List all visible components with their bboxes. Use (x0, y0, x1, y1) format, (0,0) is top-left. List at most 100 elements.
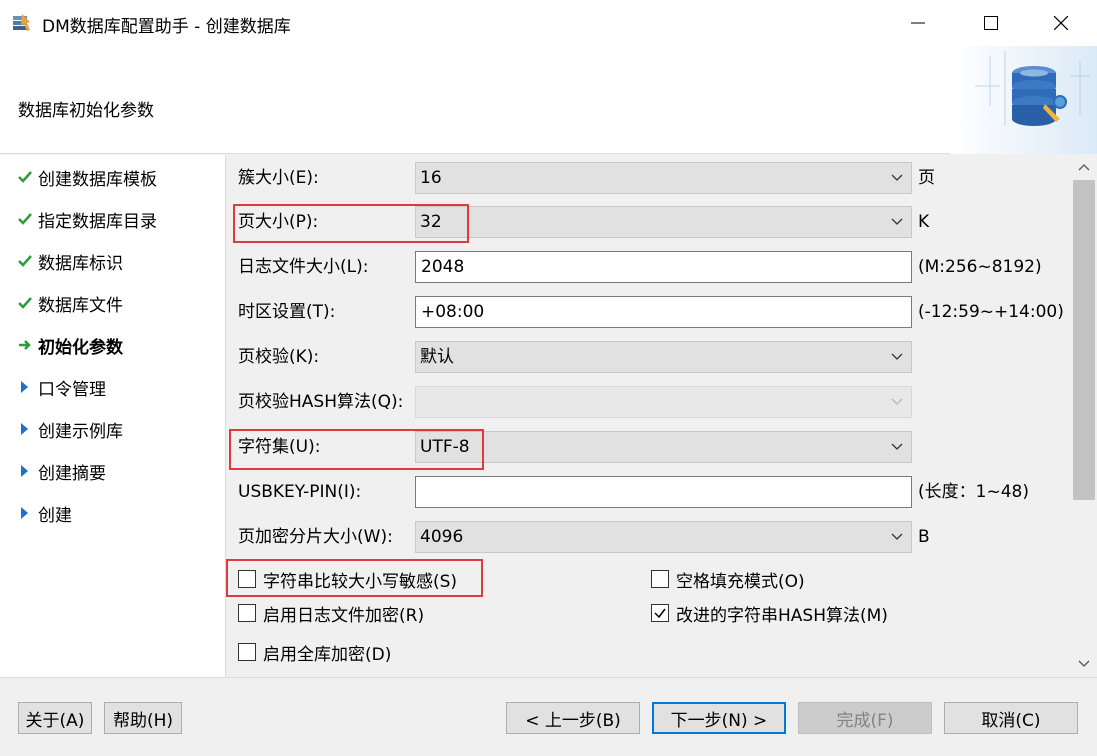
maximize-icon (984, 16, 998, 30)
step-label: 口令管理 (38, 379, 106, 400)
close-icon (1054, 16, 1068, 30)
page-size-unit: K (918, 212, 930, 232)
page-size-select[interactable]: 32 (415, 206, 912, 238)
step-db-files: 数据库文件 (18, 288, 123, 318)
page-check-hash-label: 页校验HASH算法(Q): (238, 392, 404, 412)
next-button[interactable]: 下一步(N) > (652, 702, 786, 734)
log-encrypt-label: 启用日志文件加密(R) (263, 605, 425, 626)
time-zone-range: (-12:59~+14:00) (918, 302, 1064, 322)
check-icon (18, 213, 32, 225)
log-encrypt-checkbox[interactable]: 启用日志文件加密(R) (238, 600, 424, 626)
check-icon (18, 297, 32, 309)
triangle-right-icon (21, 381, 28, 393)
help-button[interactable]: 帮助(H) (104, 702, 182, 734)
highlight-page-size (233, 204, 469, 243)
page-check-hash-select (415, 386, 912, 418)
extent-size-label: 簇大小(E): (238, 168, 319, 188)
step-init-params: 初始化参数 (18, 330, 123, 360)
chevron-up-icon (1078, 164, 1090, 171)
time-zone-label: 时区设置(T): (238, 302, 336, 322)
page-title: 数据库初始化参数 (18, 101, 154, 121)
scroll-up-button[interactable] (1071, 155, 1097, 179)
database-gear-icon (950, 46, 1097, 154)
step-create: 创建 (18, 498, 72, 528)
step-label: 数据库文件 (38, 295, 123, 316)
chevron-down-icon (891, 398, 903, 405)
page-enc-slice-value: 4096 (420, 527, 464, 547)
window-title: DM数据库配置助手 - 创建数据库 (42, 17, 291, 37)
usbkey-pin-label: USBKEY-PIN(I): (238, 482, 362, 502)
page-check-value: 默认 (420, 347, 454, 367)
charset-select[interactable]: UTF-8 (415, 431, 912, 463)
step-password-mgmt: 口令管理 (18, 372, 106, 402)
chevron-down-icon (1078, 660, 1090, 667)
checkmark-icon (654, 608, 666, 619)
step-db-identity: 数据库标识 (18, 246, 123, 276)
improved-hash-label: 改进的字符串HASH算法(M) (676, 605, 888, 626)
triangle-right-icon (21, 423, 28, 435)
usbkey-pin-input[interactable] (415, 476, 912, 508)
full-encrypt-label: 启用全库加密(D) (263, 644, 392, 665)
improved-hash-checkbox[interactable]: 改进的字符串HASH算法(M) (651, 600, 888, 626)
cancel-button[interactable]: 取消(C) (944, 702, 1078, 734)
step-summary: 创建摘要 (18, 456, 106, 486)
close-button[interactable] (1028, 0, 1094, 46)
log-size-label: 日志文件大小(L): (238, 257, 369, 277)
usbkey-pin-range: (长度：1~48) (918, 482, 1029, 502)
log-size-value: 2048 (421, 257, 465, 277)
maximize-button[interactable] (958, 0, 1024, 46)
chevron-down-icon (891, 353, 903, 360)
step-label: 数据库标识 (38, 253, 123, 274)
prev-button[interactable]: < 上一步(B) (506, 702, 640, 734)
scroll-down-button[interactable] (1071, 652, 1097, 676)
step-label: 指定数据库目录 (38, 211, 157, 232)
checkbox-box[interactable] (651, 604, 669, 622)
minimize-icon (911, 22, 925, 24)
step-label: 初始化参数 (38, 337, 123, 358)
scrollbar-thumb[interactable] (1073, 180, 1095, 500)
chevron-down-icon (891, 443, 903, 450)
wizard-header: 数据库初始化参数 (0, 46, 1097, 154)
step-label: 创建数据库模板 (38, 169, 157, 190)
page-enc-slice-unit: B (918, 527, 930, 547)
about-button[interactable]: 关于(A) (18, 702, 92, 734)
step-create-template: 创建数据库模板 (18, 162, 157, 192)
step-label: 创建摘要 (38, 463, 106, 484)
arrow-right-icon (19, 340, 31, 350)
log-size-range: (M:256~8192) (918, 257, 1042, 277)
triangle-right-icon (21, 507, 28, 519)
checkbox-box[interactable] (651, 570, 669, 588)
wizard-footer: 关于(A) 帮助(H) < 上一步(B) 下一步(N) > 完成(F) 取消(C… (0, 677, 1097, 756)
chevron-down-icon (891, 174, 903, 181)
checkbox-box[interactable] (238, 604, 256, 622)
time-zone-input[interactable]: +08:00 (415, 296, 912, 328)
step-label: 创建 (38, 505, 72, 526)
minimize-button[interactable] (885, 0, 951, 46)
step-label: 创建示例库 (38, 421, 123, 442)
blank-pad-checkbox[interactable]: 空格填充模式(O) (651, 566, 805, 592)
page-enc-slice-select[interactable]: 4096 (415, 521, 912, 553)
highlight-case-sensitive (226, 559, 483, 597)
init-params-form: 簇大小(E): 16 页 页大小(P): 32 K 日志文件大小(L): 204… (226, 155, 1097, 677)
full-encrypt-checkbox[interactable]: 启用全库加密(D) (238, 639, 391, 665)
log-size-input[interactable]: 2048 (415, 251, 912, 283)
step-sample-db: 创建示例库 (18, 414, 123, 444)
extent-size-unit: 页 (918, 168, 935, 188)
check-icon (18, 171, 32, 183)
page-check-label: 页校验(K): (238, 347, 320, 367)
chevron-down-icon (891, 533, 903, 540)
time-zone-value: +08:00 (421, 302, 485, 322)
blank-pad-label: 空格填充模式(O) (676, 571, 805, 592)
title-bar: DM数据库配置助手 - 创建数据库 (0, 0, 1097, 46)
highlight-charset (229, 429, 484, 470)
page-check-select[interactable]: 默认 (415, 341, 912, 373)
database-wizard-icon (13, 14, 30, 31)
chevron-down-icon (891, 218, 903, 225)
wizard-steps-sidebar: 创建数据库模板 指定数据库目录 数据库标识 数据库文件 初始化参数 口令管理 创… (0, 155, 226, 677)
extent-size-select[interactable]: 16 (415, 162, 912, 194)
checkbox-box[interactable] (238, 643, 256, 661)
triangle-right-icon (21, 465, 28, 477)
check-icon (18, 255, 32, 267)
page-enc-slice-label: 页加密分片大小(W): (238, 527, 393, 547)
extent-size-value: 16 (420, 168, 442, 188)
